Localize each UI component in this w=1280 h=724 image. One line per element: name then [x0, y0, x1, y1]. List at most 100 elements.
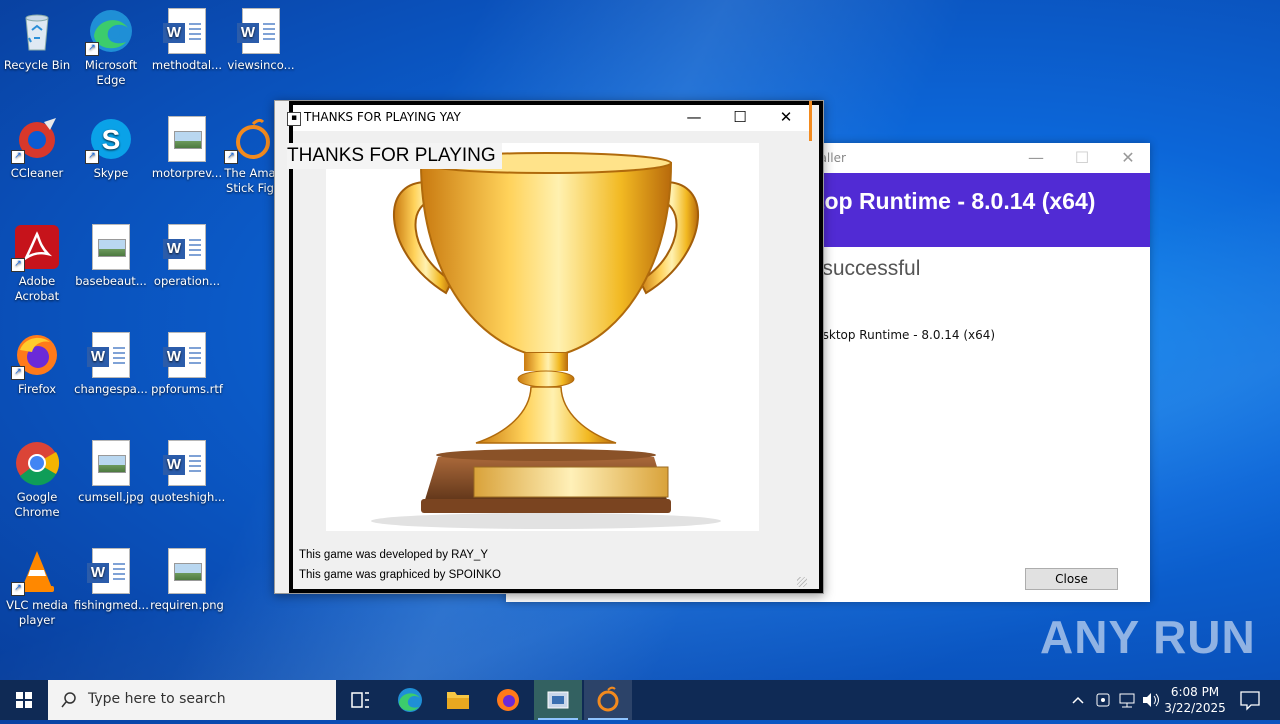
shortcut-arrow-icon: ↗	[11, 366, 25, 380]
start-button[interactable]	[0, 680, 48, 720]
desktop-icon-methodtal[interactable]: W methodtal...	[150, 8, 224, 73]
game-window-title: THANKS FOR PLAYING YAY	[304, 110, 461, 124]
folder-icon	[447, 692, 469, 709]
installer-close-button[interactable]: Close	[1025, 568, 1118, 590]
desktop-icon-changespa[interactable]: W changespa...	[74, 332, 148, 397]
action-center-button[interactable]	[1232, 680, 1268, 720]
desktop-icon-label: Firefox	[17, 382, 57, 396]
desktop-icon-amazing-stick[interactable]: ↗ The Ama Stick Fig	[222, 116, 278, 196]
speaker-icon	[1143, 693, 1159, 707]
maximize-button[interactable]: ☐	[1059, 143, 1105, 173]
taskbar-search-box[interactable]: Type here to search	[48, 680, 336, 720]
word-file-icon: W	[163, 224, 210, 270]
desktop-icon-label: operation...	[153, 274, 221, 288]
minimize-button[interactable]: —	[671, 105, 717, 131]
minimize-button[interactable]: —	[1013, 143, 1059, 173]
ccleaner-icon: ↗	[11, 116, 60, 164]
vlc-icon: ↗	[11, 548, 60, 596]
image-file-icon	[88, 224, 134, 270]
desktop-icon-label: Recycle Bin	[3, 58, 71, 72]
taskbar-edge[interactable]	[386, 680, 434, 720]
desktop-icon-vlc[interactable]: ↗ VLC media player	[0, 548, 74, 628]
search-icon	[61, 692, 76, 708]
tray-network-button[interactable]	[1116, 680, 1138, 720]
desktop-icon-label: quoteshigh...	[150, 490, 226, 504]
shortcut-arrow-icon: ↗	[224, 150, 238, 164]
firefox-icon: ↗	[11, 332, 60, 380]
desktop-icon-operation[interactable]: W operation...	[150, 224, 224, 289]
taskbar-firefox[interactable]	[484, 680, 532, 720]
installer-banner-title: ktop Runtime - 8.0.14 (x64)	[804, 188, 1096, 214]
edge-icon: ↗	[85, 8, 134, 56]
word-file-icon: W	[87, 332, 134, 378]
desktop-icon-label: basebeaut...	[75, 274, 147, 288]
skype-icon: S ↗	[85, 116, 134, 164]
recycle-bin-icon	[14, 8, 60, 54]
trophy-image	[326, 143, 759, 531]
image-file-icon	[164, 116, 210, 162]
firefox-icon	[497, 689, 519, 711]
network-icon	[1119, 693, 1135, 708]
desktop-icon-label: ppforums.rtf	[151, 382, 223, 396]
taskbar-file-explorer[interactable]	[434, 680, 482, 720]
trophy-icon	[371, 152, 721, 529]
game-app-icon: ↗	[224, 116, 273, 164]
search-placeholder: Type here to search	[88, 691, 226, 707]
tray-device-button[interactable]	[1092, 680, 1114, 720]
desktop-icon-label: Microsoft Edge	[84, 58, 138, 87]
tray-overflow-button[interactable]	[1068, 680, 1088, 720]
watermark-text: ANY RUN	[1040, 611, 1256, 663]
maximize-button[interactable]: ☐	[717, 105, 763, 131]
desktop-icon-label: VLC media player	[6, 598, 68, 627]
desktop-icon-google-chrome[interactable]: Google Chrome	[0, 440, 74, 520]
desktop-icon-microsoft-edge[interactable]: ↗ Microsoft Edge	[74, 8, 148, 88]
desktop-icon-label: The Ama Stick Fig	[224, 166, 276, 195]
installer-icon	[547, 691, 569, 709]
desktop-icon-label: Google Chrome	[14, 490, 60, 519]
word-file-icon: W	[87, 548, 134, 594]
image-file-icon	[88, 440, 134, 486]
developer-credit: This game was developed by RAY_Y	[299, 549, 488, 561]
chrome-icon	[14, 440, 60, 486]
desktop-icon-label: Skype	[93, 166, 129, 180]
taskbar-game[interactable]	[584, 680, 632, 720]
desktop-icon-viewsinco[interactable]: W viewsinco...	[224, 8, 298, 73]
desktop-icon-label: motorprev...	[151, 166, 223, 180]
taskbar-installer[interactable]	[534, 680, 582, 720]
game-title-bar[interactable]: ▪ THANKS FOR PLAYING YAY — ☐ ✕	[287, 105, 809, 131]
edge-icon	[398, 688, 422, 712]
task-view-icon	[351, 692, 369, 708]
game-client-area: THANKS FOR PLAYING This game was develop…	[287, 131, 809, 589]
desktop-icon-requiren[interactable]: requiren.png	[150, 548, 224, 613]
close-window-button[interactable]: ✕	[1105, 143, 1151, 173]
desktop-icon-skype[interactable]: S ↗ Skype	[74, 116, 148, 181]
chevron-up-icon	[1072, 696, 1084, 704]
taskbar: Type here to search 6:08 PM 3/22/2025	[0, 680, 1280, 720]
notification-icon	[1240, 691, 1260, 711]
game-window[interactable]: ▪ THANKS FOR PLAYING YAY — ☐ ✕ THANKS FO…	[274, 100, 824, 594]
thanks-headline: THANKS FOR PLAYING	[287, 143, 502, 169]
desktop-icon-quoteshigh[interactable]: W quoteshigh...	[150, 440, 226, 505]
image-file-icon	[164, 548, 210, 594]
installer-product-name: Desktop Runtime - 8.0.14 (x64)	[806, 328, 996, 342]
taskbar-clock[interactable]: 6:08 PM 3/22/2025	[1162, 684, 1228, 716]
shortcut-arrow-icon: ↗	[11, 258, 25, 272]
desktop-icon-label: CCleaner	[10, 166, 64, 180]
tray-volume-button[interactable]	[1140, 680, 1162, 720]
close-window-button[interactable]: ✕	[763, 105, 809, 131]
desktop-icon-cumsell[interactable]: cumsell.jpg	[74, 440, 148, 505]
desktop-icon-recycle-bin[interactable]: Recycle Bin	[0, 8, 74, 73]
desktop-icon-firefox[interactable]: ↗ Firefox	[0, 332, 74, 397]
game-app-icon	[597, 686, 619, 712]
desktop-icon-fishingmed[interactable]: W fishingmed...	[74, 548, 149, 613]
desktop-icon-ccleaner[interactable]: ↗ CCleaner	[0, 116, 74, 181]
svg-text:S: S	[102, 124, 121, 155]
task-view-button[interactable]	[336, 680, 384, 720]
desktop-icon-adobe-acrobat[interactable]: ↗ Adobe Acrobat	[0, 224, 74, 304]
resize-grip[interactable]	[797, 577, 807, 587]
word-file-icon: W	[163, 440, 210, 486]
desktop-icon-label: fishingmed...	[74, 598, 149, 612]
desktop-icon-basebeaut[interactable]: basebeaut...	[74, 224, 148, 289]
desktop-icon-motorprev[interactable]: motorprev...	[150, 116, 224, 181]
desktop-icon-ppforums[interactable]: W ppforums.rtf	[150, 332, 224, 397]
